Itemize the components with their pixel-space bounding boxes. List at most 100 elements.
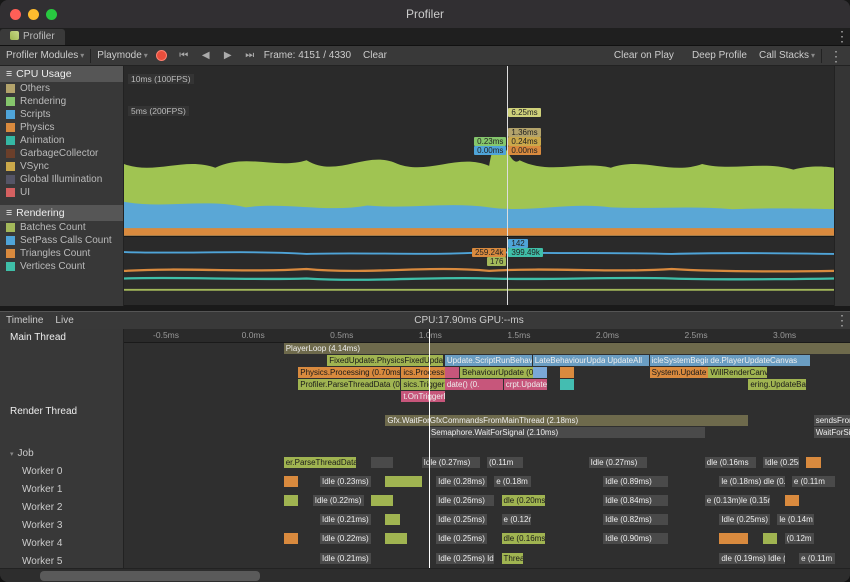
module-item[interactable]: Batches Count	[0, 221, 123, 234]
titlebar[interactable]: Profiler	[0, 0, 850, 28]
timeline-segment[interactable]: (0.11m	[487, 457, 523, 468]
timeline-segment[interactable]: Idle (0.26ms)	[436, 495, 494, 506]
timeline-segment[interactable]: Gfx.WaitForGfxCommandsFromMainThread (2.…	[385, 415, 748, 426]
call-stacks-dropdown[interactable]: Call Stacks	[759, 50, 815, 61]
rendering-chart[interactable]: 142259.24k399.49k176	[124, 237, 834, 306]
module-item[interactable]: Physics	[0, 121, 123, 134]
timeline-segment[interactable]	[371, 457, 393, 468]
timeline-segment[interactable]: (0.12m	[785, 533, 814, 544]
timeline-segment[interactable]: Idle (0.22ms)	[313, 495, 364, 506]
track-label[interactable]: Worker 0	[0, 463, 123, 481]
timeline-segment[interactable]: Idle (0.84ms)	[603, 495, 668, 506]
timeline-segment[interactable]: Idle (0.25ms)	[436, 533, 487, 544]
timeline-segment[interactable]	[806, 457, 821, 468]
timeline-segment[interactable]: Physics.Processing (0.70ms)	[298, 367, 400, 378]
prev-frame-start-icon[interactable]: ⏮	[176, 48, 192, 64]
deep-profile-toggle[interactable]: Deep Profile	[686, 50, 753, 61]
timeline-segment[interactable]: ics.ProcessReports (0.40)	[401, 367, 445, 378]
track-label[interactable]: Worker 2	[0, 499, 123, 517]
module-item[interactable]: Animation	[0, 134, 123, 147]
timeline-segment[interactable]	[371, 495, 393, 506]
module-item[interactable]: Triangles Count	[0, 247, 123, 260]
timeline-segment[interactable]: Idle (0.21ms)	[320, 553, 371, 564]
track-label[interactable]: Worker 5	[0, 553, 123, 569]
timeline-segment[interactable]	[763, 533, 778, 544]
timeline-segment[interactable]: Idle (0.25ms)	[436, 514, 487, 525]
record-button[interactable]	[154, 48, 170, 64]
timeline-segment[interactable]: PlayerLoop (4.14ms)	[284, 343, 850, 354]
timeline-segment[interactable]: Idle (0.89ms)	[603, 476, 668, 487]
timeline-menu-icon[interactable]: ⋮	[834, 312, 850, 328]
timeline-segment[interactable]: Thread	[502, 553, 524, 564]
timeline-segment[interactable]: ering.UpdateBatches	[748, 379, 806, 390]
timeline-segment[interactable]: sics.TriggerEnterExits (0.36)	[401, 379, 445, 390]
live-toggle[interactable]: Live	[49, 315, 79, 326]
time-ruler[interactable]: -0.5ms0.0ms0.5ms1.0ms1.5ms2.0ms2.5ms3.0m…	[124, 329, 850, 343]
timeline-canvas[interactable]: -0.5ms0.0ms0.5ms1.0ms1.5ms2.0ms2.5ms3.0m…	[124, 329, 850, 569]
timeline-segment[interactable]: Idle (0.21ms)	[320, 514, 371, 525]
timeline-segment[interactable]: BehaviourUpdate (0.54ms)	[460, 367, 533, 378]
timeline-segment[interactable]	[284, 495, 299, 506]
timeline-segment[interactable]: icleSystemBeginUpd	[650, 355, 708, 366]
tab-profiler[interactable]: Profiler	[0, 29, 65, 45]
timeline-segment[interactable]: Update.ScriptRunBehaviourUpdate (0.62ms)	[445, 355, 532, 366]
track-label[interactable]: Render Thread	[0, 403, 123, 421]
timeline-segment[interactable]	[284, 533, 299, 544]
timeline-segment[interactable]: Idle (0.23ms)	[320, 476, 371, 487]
timeline-segment[interactable]: FixedUpdate.PhysicsFixedUpdate (1.23ms)	[327, 355, 443, 366]
timeline-segment[interactable]: dle (0.20ms) Thread	[502, 495, 546, 506]
timeline-segment[interactable]: crpt.Update() [Invoke] (0.	[504, 379, 548, 390]
tab-menu-icon[interactable]: ⋮	[834, 28, 850, 44]
timeline-segment[interactable]: Idle (0.25ms)	[719, 514, 770, 525]
timeline-segment[interactable]: e (0.12m	[502, 514, 531, 525]
track-label[interactable]: Worker 4	[0, 535, 123, 553]
timeline-segment[interactable]: WaitForSig	[814, 427, 850, 438]
next-frame-icon[interactable]: ▶	[220, 48, 236, 64]
prev-frame-icon[interactable]: ◀	[198, 48, 214, 64]
timeline-segment[interactable]: Idle (0.90ms)	[603, 533, 668, 544]
timeline-segment[interactable]: t.OnTriggerEnter() [Invo	[401, 391, 445, 402]
module-item[interactable]: SetPass Calls Count	[0, 234, 123, 247]
timeline-segment[interactable]: Idle (0.25m)	[763, 457, 799, 468]
timeline-segment[interactable]	[445, 367, 460, 378]
track-label[interactable]: Worker 3	[0, 517, 123, 535]
zoom-icon[interactable]	[46, 9, 57, 20]
track-label[interactable]: Main Thread	[0, 329, 123, 347]
timeline-segment[interactable]: e (0.11m	[792, 476, 836, 487]
timeline-segment[interactable]	[719, 533, 748, 544]
timeline-segment[interactable]	[533, 367, 548, 378]
timeline-segment[interactable]: LateBehaviourUpdate (0.62ms)	[533, 355, 606, 366]
cpu-chart[interactable]: 10ms (100FPS)5ms (200FPS) 6.25ms1.36ms0.…	[124, 66, 834, 237]
next-frame-end-icon[interactable]: ⏭	[242, 48, 258, 64]
timeline-segment[interactable]: Semaphore.WaitForSignal (2.10ms)	[429, 427, 705, 438]
timeline-segment[interactable]: le (0.18ms) dle (0.14m	[719, 476, 784, 487]
timeline-segment[interactable]: er.ParseThreadData (0.38	[284, 457, 357, 468]
module-item[interactable]: VSync	[0, 160, 123, 173]
module-item[interactable]: Rendering	[0, 95, 123, 108]
timeline-segment[interactable]	[284, 476, 299, 487]
playmode-dropdown[interactable]: Playmode	[97, 50, 147, 61]
minimize-icon[interactable]	[28, 9, 39, 20]
rendering-header[interactable]: ≡Rendering	[0, 205, 123, 221]
module-item[interactable]: GarbageCollector	[0, 147, 123, 160]
timeline-segment[interactable]: le (0.14m	[777, 514, 813, 525]
timeline-segment[interactable]: Idle (0.27ms)	[589, 457, 647, 468]
timeline-segment[interactable]: e (0.18m	[494, 476, 530, 487]
timeline-segment[interactable]: Idle (0.27ms)	[422, 457, 480, 468]
timeline-segment[interactable]: dle (0.19ms) Idle (0.21ms	[719, 553, 784, 564]
track-label[interactable]: Worker 1	[0, 481, 123, 499]
timeline-segment[interactable]: Idle (0.28ms)	[436, 476, 487, 487]
module-item[interactable]: Scripts	[0, 108, 123, 121]
timeline-segment[interactable]	[385, 533, 407, 544]
module-item[interactable]: Others	[0, 82, 123, 95]
clear-button[interactable]: Clear	[357, 50, 393, 61]
timeline-segment[interactable]: Profiler.ParseThreadData (0.58ms)	[298, 379, 400, 390]
timeline-segment[interactable]: e (0.13m)le (0.15m)le (0.15m	[705, 495, 770, 506]
clear-on-play-toggle[interactable]: Clear on Play	[608, 50, 680, 61]
timeline-segment[interactable]	[560, 379, 575, 390]
profiler-modules-dropdown[interactable]: Profiler Modules	[6, 50, 84, 61]
scrollbar-thumb[interactable]	[40, 571, 260, 581]
timeline-segment[interactable]: Idle (0.25ms) Idle (0.19ms)	[436, 553, 494, 564]
cpu-usage-header[interactable]: ≡CPU Usage	[0, 66, 123, 82]
track-label[interactable]: Job	[0, 445, 123, 463]
